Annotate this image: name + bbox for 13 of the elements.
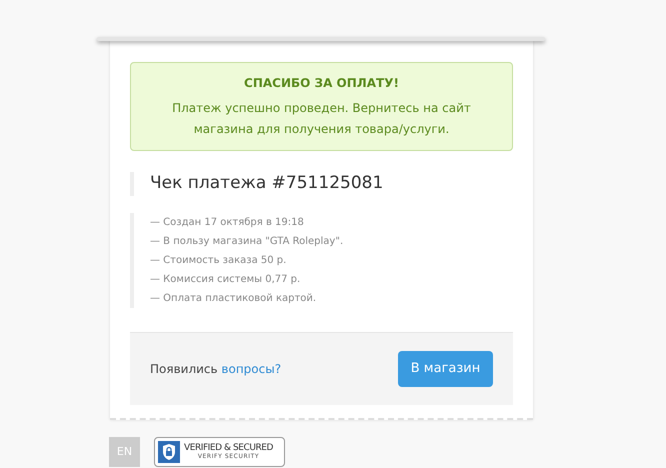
receipt-detail: — Стоимость заказа 50 р. [150,254,288,268]
receipt-detail: — Оплата пластиковой картой. [150,292,318,306]
questions-link[interactable]: вопросы? [221,362,282,376]
receipt-detail: — Создан 17 октября в 19:18 [150,216,305,230]
shop-button[interactable]: В магазин [398,351,493,387]
badge-title: VERIFIED & SECURED [184,444,273,453]
receipt-title: Чек платежа #751125081 [150,172,384,196]
receipt-detail: — Комиссия системы 0,77 р. [150,273,302,287]
alert-title: СПАСИБО ЗА ОПЛАТУ! [244,74,399,92]
alert-message: Платеж успешно проведен. Вернитесь на сайт магазина для получения товара/услуги. [172,100,472,138]
receipt-detail: — В пользу магазина "GTA Roleplay". [150,235,344,249]
question-text: Появились вопросы? [150,361,282,378]
padlock-shield-icon [158,441,180,463]
